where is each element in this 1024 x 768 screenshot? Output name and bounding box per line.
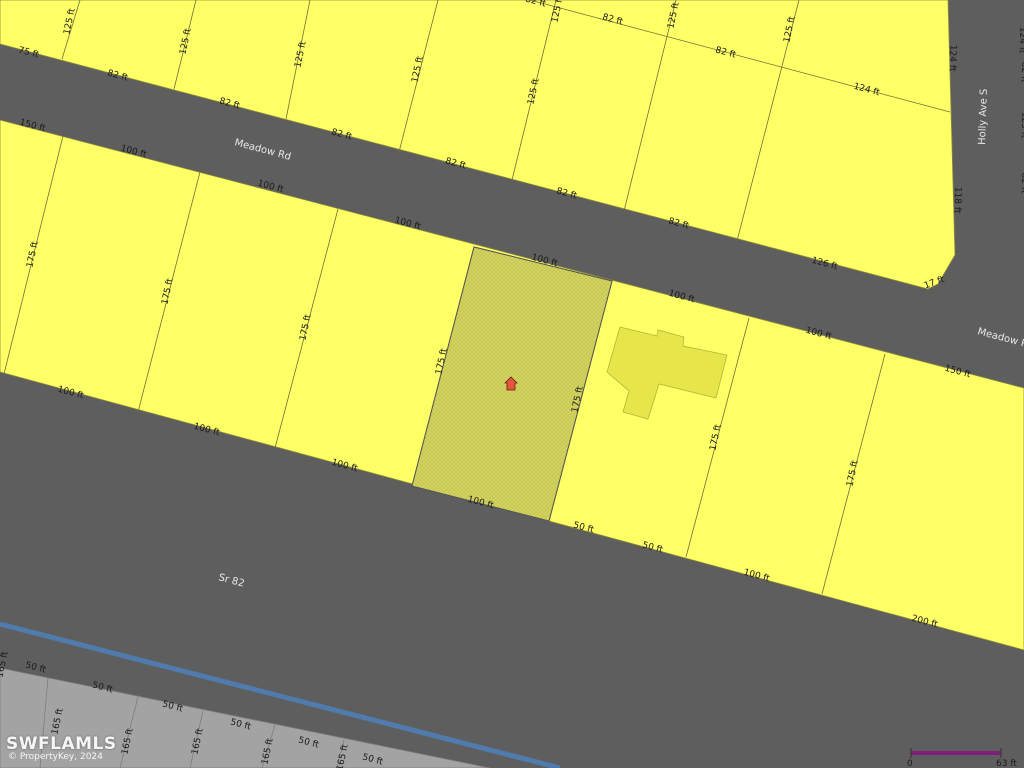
dimension-label: 125 ft — [1019, 112, 1024, 139]
dimension-label: 82 ft — [1019, 172, 1024, 194]
dimension-label: 124 ft — [947, 45, 958, 72]
watermark-copyright: © PropertyKey, 2024 — [8, 752, 103, 762]
dimension-label: 82 ft — [1019, 61, 1024, 83]
dimension-label: 124 ft — [1017, 27, 1024, 54]
scale-start-label: 0 — [907, 759, 913, 768]
parcel-map[interactable]: 0 63 ft Meadow Rd Meadow R Holly Ave S S… — [0, 0, 1024, 768]
road-label-holly-ave: Holly Ave S — [977, 89, 990, 146]
watermark-brand: SWFLAMLS — [6, 734, 117, 754]
scale-end-label: 63 ft — [996, 759, 1017, 768]
dimension-label: 118 ft — [952, 187, 963, 214]
